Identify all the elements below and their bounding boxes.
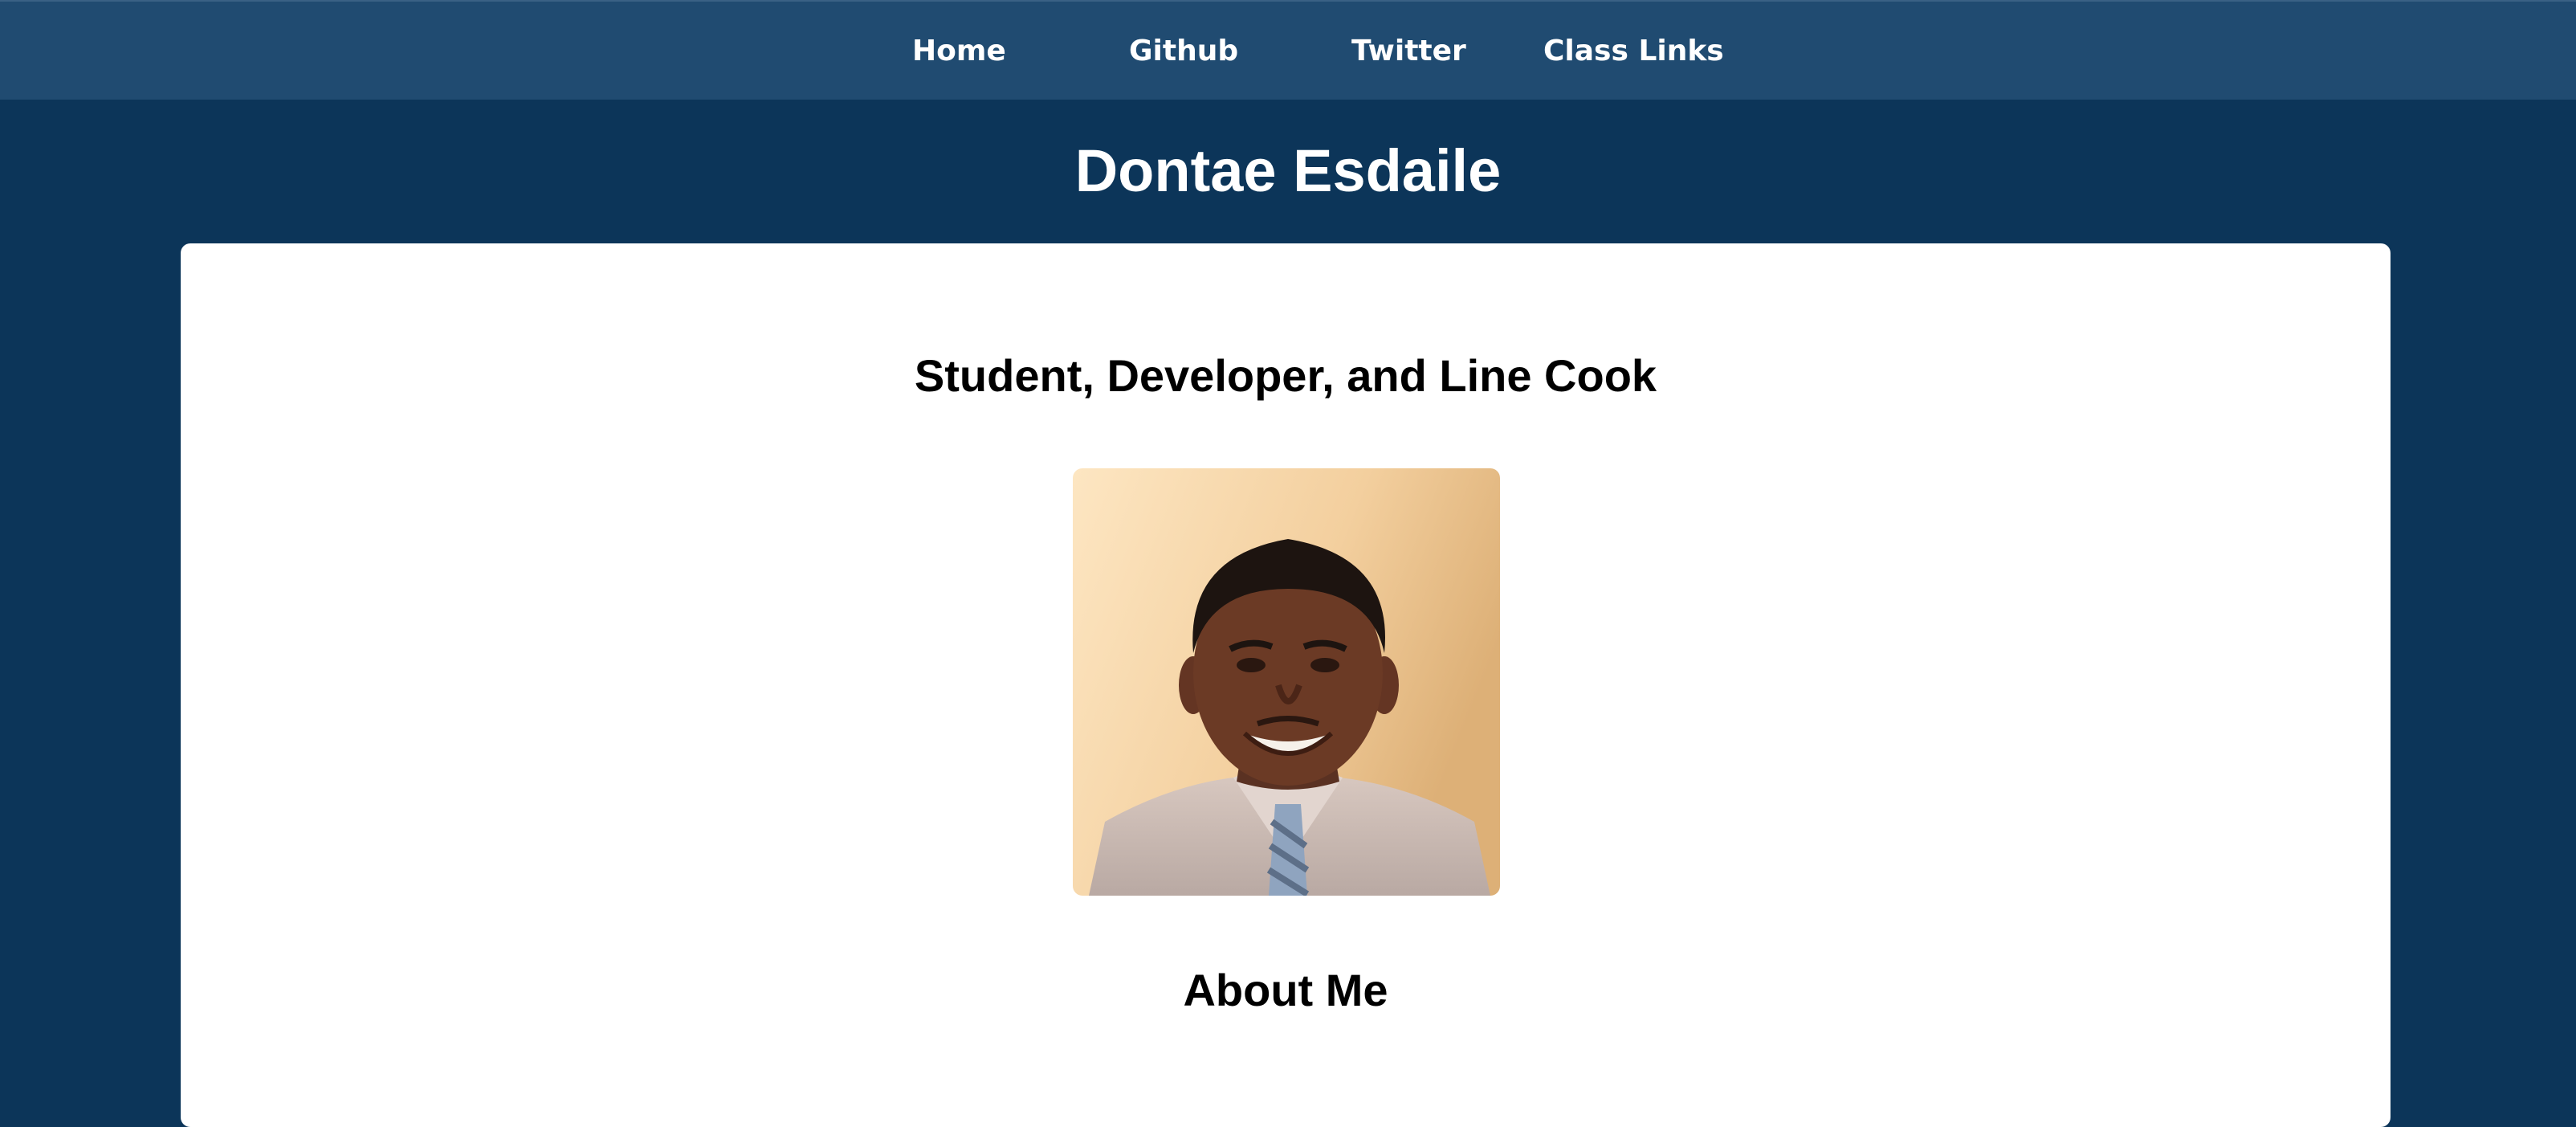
profile-photo-illustration: [1073, 468, 1500, 896]
content-card: Student, Developer, and Line Cook About …: [181, 243, 2391, 1127]
nav-link-home[interactable]: Home: [912, 2, 1006, 101]
nav-link-class-links[interactable]: Class Links: [1543, 2, 1724, 101]
site-title: Dontae Esdaile: [1074, 137, 1502, 204]
tagline-heading: Student, Developer, and Line Cook: [914, 350, 1657, 401]
nav-link-github[interactable]: Github: [1129, 2, 1238, 101]
about-me-heading: About Me: [1183, 965, 1388, 1015]
profile-photo: [1073, 468, 1500, 896]
top-navbar: Home Github Twitter Class Links: [0, 0, 2576, 100]
nav-link-twitter[interactable]: Twitter: [1351, 2, 1466, 101]
